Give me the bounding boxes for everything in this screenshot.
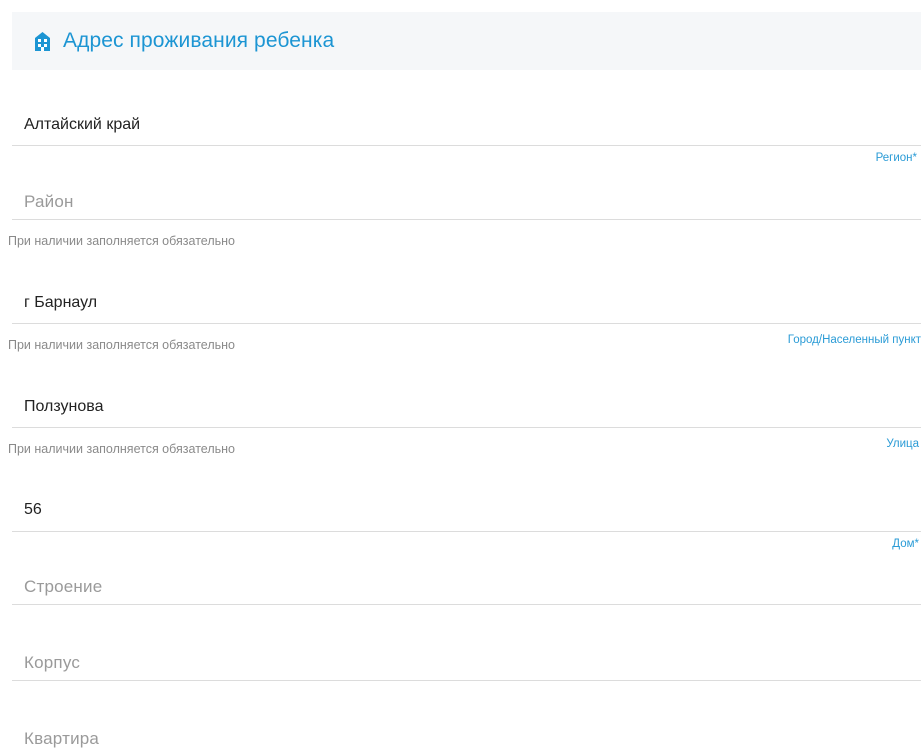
region-field[interactable]: Алтайский край — [12, 100, 921, 148]
street-hint: При наличии заполняется обязательно — [8, 442, 235, 456]
district-hint: При наличии заполняется обязательно — [8, 234, 235, 248]
block-placeholder: Корпус — [24, 653, 81, 672]
district-field[interactable]: Район — [12, 176, 921, 222]
street-underline — [12, 427, 921, 428]
city-underline — [12, 323, 921, 324]
block-field[interactable]: Корпус — [12, 637, 921, 683]
city-hint: При наличии заполняется обязательно — [8, 338, 235, 352]
section-title: Адрес проживания ребенка — [63, 29, 335, 52]
house-value: 56 — [24, 501, 42, 518]
building-icon — [34, 31, 51, 51]
apartment-placeholder: Квартира — [24, 729, 100, 748]
city-value: г Барнаул — [24, 294, 98, 311]
street-field[interactable]: Ползунова — [12, 382, 921, 430]
district-placeholder: Район — [24, 192, 74, 211]
region-label: Регион* — [875, 152, 917, 164]
house-field[interactable]: 56 — [12, 484, 921, 534]
region-value: Алтайский край — [24, 116, 141, 133]
street-value: Ползунова — [24, 398, 104, 415]
building-underline — [12, 604, 921, 605]
section-header: Адрес проживания ребенка — [12, 12, 921, 70]
house-underline — [12, 531, 921, 532]
building-placeholder: Строение — [24, 577, 103, 596]
street-label: Улица — [886, 438, 919, 450]
apartment-field[interactable]: Квартира — [12, 713, 921, 751]
region-underline — [12, 145, 921, 146]
block-underline — [12, 680, 921, 681]
city-field[interactable]: г Барнаул — [12, 278, 921, 326]
district-underline — [12, 219, 921, 220]
house-label: Дом* — [892, 538, 919, 550]
building-field[interactable]: Строение — [12, 561, 921, 607]
city-label: Город/Населенный пункт — [787, 334, 921, 346]
